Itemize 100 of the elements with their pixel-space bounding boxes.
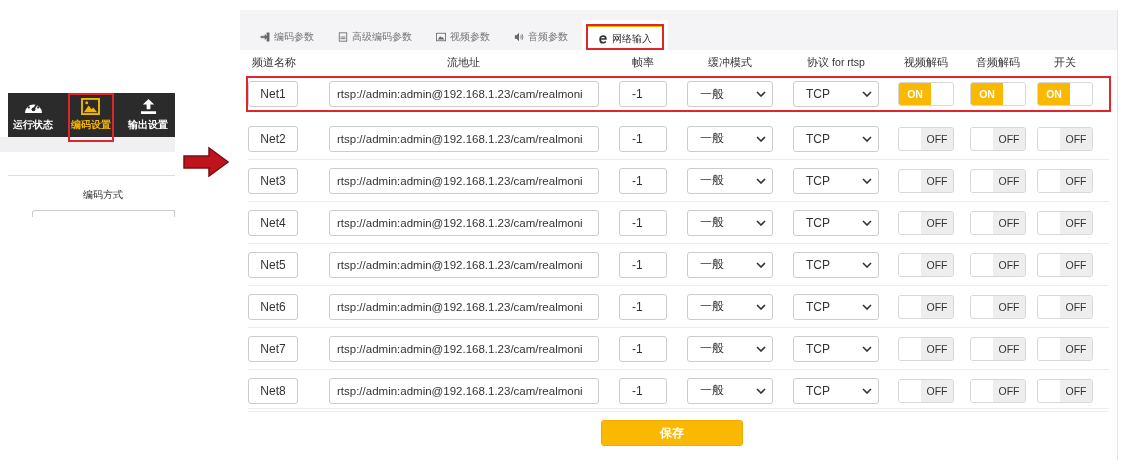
toggle-switch[interactable]: OFF xyxy=(1037,126,1093,151)
tab-label: 高级编码参数 xyxy=(352,30,412,44)
input-field[interactable]: Net7 xyxy=(248,335,298,362)
toggle-switch[interactable]: OFF xyxy=(898,210,954,235)
input-field[interactable]: rtsp://admin:admin@192.168.1.23/cam/realmoni xyxy=(329,167,599,194)
toggle-switch[interactable]: OFF xyxy=(970,168,1026,193)
column-header: 频道名称 xyxy=(251,56,297,70)
input-field[interactable]: -1 xyxy=(619,377,667,404)
toggle-switch[interactable]: OFF xyxy=(1037,210,1093,235)
column-header: 协议 for rtsp xyxy=(806,56,866,70)
dropdown[interactable]: 一般 xyxy=(687,209,773,236)
dropdown[interactable]: TCP xyxy=(793,335,879,362)
nav-item[interactable]: 编码设置 xyxy=(67,93,114,137)
browser-icon xyxy=(598,33,608,44)
column-header: 缓冲模式 xyxy=(707,56,753,70)
input-field[interactable]: Net3 xyxy=(248,167,298,194)
dropdown[interactable]: 一般 xyxy=(687,81,773,107)
chevron-icon xyxy=(756,261,766,268)
toggle-switch[interactable]: OFF xyxy=(1037,252,1093,277)
tab[interactable]: 高级编码参数 xyxy=(326,24,424,50)
dropdown[interactable]: TCP xyxy=(793,251,879,278)
input-field[interactable]: -1 xyxy=(619,167,667,194)
input-field[interactable]: rtsp://admin:admin@192.168.1.23/cam/realmoni xyxy=(329,209,599,236)
input-field[interactable]: -1 xyxy=(619,209,667,236)
toggle-switch[interactable]: OFF xyxy=(970,210,1026,235)
dropdown[interactable]: TCP xyxy=(793,377,879,404)
dropdown[interactable]: TCP xyxy=(793,209,879,236)
chevron-icon xyxy=(862,345,872,352)
input-field[interactable]: rtsp://admin:admin@192.168.1.23/cam/realmoni xyxy=(329,293,599,320)
input-field[interactable]: Net5 xyxy=(248,251,298,278)
toggle-switch[interactable]: OFF xyxy=(970,126,1026,151)
input-field[interactable] xyxy=(32,210,175,217)
chevron-icon xyxy=(756,303,766,310)
input-field[interactable]: Net6 xyxy=(248,293,298,320)
chevron-icon xyxy=(756,177,766,184)
chevron-icon xyxy=(862,387,872,394)
input-field[interactable]: -1 xyxy=(619,335,667,362)
chevron-icon xyxy=(756,387,766,394)
toggle-switch[interactable]: OFF xyxy=(970,336,1026,361)
nav-label: 输出设置 xyxy=(128,118,168,132)
input-field[interactable]: Net8 xyxy=(248,377,298,404)
sign-in-icon xyxy=(260,32,270,42)
chevron-icon xyxy=(862,261,872,268)
toggle-switch[interactable]: OFF xyxy=(898,294,954,319)
dropdown[interactable]: 一般 xyxy=(687,167,773,194)
input-field[interactable]: rtsp://admin:admin@192.168.1.23/cam/realmoni xyxy=(329,377,599,404)
column-header: 流地址 xyxy=(445,56,481,70)
column-header: 音频解码 xyxy=(975,56,1021,70)
arrow-icon xyxy=(183,146,229,178)
input-field[interactable]: rtsp://admin:admin@192.168.1.23/cam/realmoni xyxy=(329,335,599,362)
toggle-switch[interactable]: OFF xyxy=(1037,294,1093,319)
chevron-icon xyxy=(862,91,872,97)
input-field[interactable]: -1 xyxy=(619,293,667,320)
dropdown[interactable]: 一般 xyxy=(687,335,773,362)
toggle-switch[interactable]: OFF xyxy=(1037,336,1093,361)
input-field[interactable]: -1 xyxy=(619,251,667,278)
toggle-switch[interactable]: OFF xyxy=(1037,168,1093,193)
toggle-switch[interactable]: OFF xyxy=(898,168,954,193)
toggle-switch[interactable]: OFF xyxy=(898,378,954,403)
toggle-switch[interactable]: OFF xyxy=(1037,378,1093,403)
nav-label: 编码设置 xyxy=(70,118,111,132)
dropdown[interactable]: TCP xyxy=(793,81,879,107)
tab[interactable]: 视频参数 xyxy=(424,24,502,50)
speaker-icon xyxy=(514,32,524,42)
dropdown[interactable]: 一般 xyxy=(687,251,773,278)
input-field[interactable]: -1 xyxy=(619,81,667,107)
dropdown[interactable]: 一般 xyxy=(687,125,773,152)
toggle-switch[interactable]: OFF xyxy=(898,252,954,277)
tab-label: 网络输入 xyxy=(612,31,652,46)
column-header: 开关 xyxy=(1053,56,1077,70)
dropdown[interactable]: TCP xyxy=(793,125,879,152)
nav-item[interactable]: 输出设置 xyxy=(125,93,171,137)
toggle-switch[interactable]: OFF xyxy=(898,126,954,151)
toggle-switch[interactable]: OFF xyxy=(970,252,1026,277)
input-field[interactable]: rtsp://admin:admin@192.168.1.23/cam/realmoni xyxy=(329,125,599,152)
chevron-icon xyxy=(862,177,872,184)
input-field[interactable]: Net4 xyxy=(248,209,298,236)
dropdown[interactable]: 一般 xyxy=(687,293,773,320)
dropdown[interactable]: TCP xyxy=(793,293,879,320)
input-field[interactable]: rtsp://admin:admin@192.168.1.23/cam/realmoni xyxy=(329,251,599,278)
input-field[interactable]: Net2 xyxy=(248,125,298,152)
chevron-icon xyxy=(756,91,766,97)
toggle-switch[interactable]: OFF xyxy=(898,336,954,361)
dropdown[interactable]: TCP xyxy=(793,167,879,194)
input-field[interactable]: rtsp://admin:admin@192.168.1.23/cam/realmoni xyxy=(329,81,599,107)
nav-item[interactable]: 运行状态 xyxy=(10,93,56,137)
tab[interactable]: 编码参数 xyxy=(248,24,326,50)
input-field[interactable]: Net1 xyxy=(248,81,298,107)
image-icon xyxy=(436,32,446,42)
toggle-switch[interactable]: OFF xyxy=(970,294,1026,319)
nav-label: 运行状态 xyxy=(13,118,53,132)
toggle-switch[interactable]: OFF xyxy=(970,378,1026,403)
dropdown[interactable]: 一般 xyxy=(687,377,773,404)
input-field[interactable]: -1 xyxy=(619,125,667,152)
chevron-icon xyxy=(756,345,766,352)
chevron-icon xyxy=(756,135,766,142)
tab[interactable]: 音频参数 xyxy=(502,24,580,50)
chevron-icon xyxy=(862,135,872,142)
upload-icon xyxy=(138,98,158,115)
highlight-frame xyxy=(67,93,114,142)
